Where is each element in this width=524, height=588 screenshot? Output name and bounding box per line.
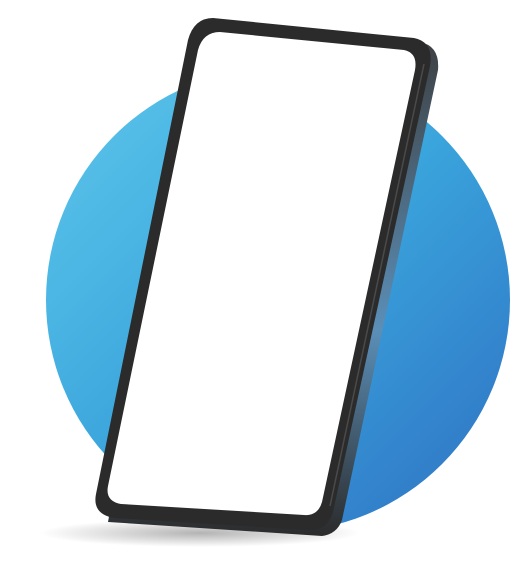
illustration-stage [0,0,524,588]
smartphone-illustration [40,18,510,547]
